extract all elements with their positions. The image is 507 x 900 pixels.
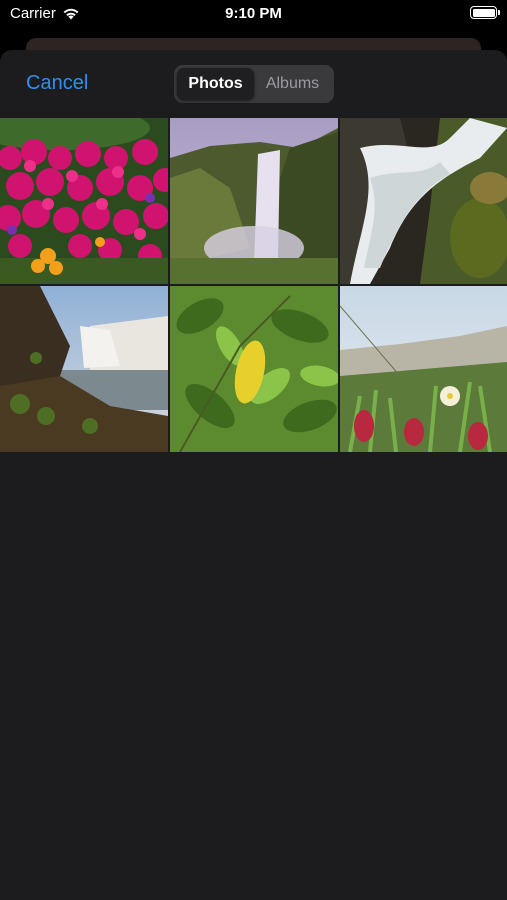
succulents-image (340, 286, 507, 452)
screen: Carrier 9:10 PM Cancel Photos Albums (0, 0, 507, 900)
battery-icon (470, 6, 500, 19)
cancel-button[interactable]: Cancel (26, 72, 88, 95)
status-bar: Carrier 9:10 PM (0, 0, 507, 30)
status-time: 9:10 PM (225, 5, 282, 22)
photo-thumbnail[interactable] (0, 286, 168, 452)
photo-thumbnail[interactable] (340, 118, 507, 284)
photo-thumbnail[interactable] (0, 118, 168, 284)
navigation-bar: Cancel Photos Albums (0, 50, 507, 118)
photo-thumbnail[interactable] (170, 118, 338, 284)
photo-picker-sheet: Cancel Photos Albums (0, 50, 507, 900)
waterfall-image (170, 118, 338, 284)
waterfall-image (0, 286, 168, 452)
segmented-control: Photos Albums (174, 65, 334, 103)
status-right (470, 6, 500, 19)
segment-photos[interactable]: Photos (177, 68, 254, 100)
segment-albums[interactable]: Albums (254, 68, 331, 100)
photo-thumbnail[interactable] (170, 286, 338, 452)
photo-thumbnail[interactable] (340, 286, 507, 452)
photo-grid (0, 118, 507, 452)
leaves-image (170, 286, 338, 452)
waterfall-image (340, 118, 507, 284)
flowers-image (0, 118, 168, 284)
